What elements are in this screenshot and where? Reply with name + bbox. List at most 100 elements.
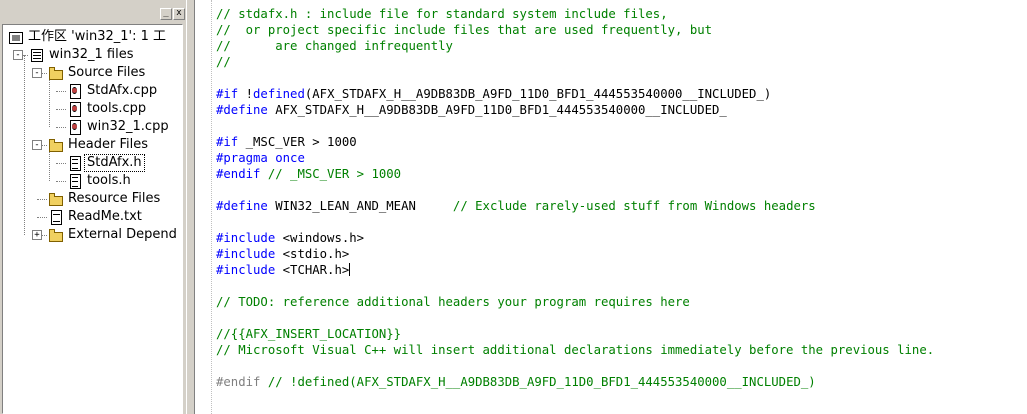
code-line[interactable]: #endif // _MSC_VER > 1000 [216, 166, 934, 182]
code-line[interactable] [216, 310, 934, 326]
code-line[interactable] [216, 182, 934, 198]
code-token-comment: // are changed infrequently [216, 39, 453, 53]
tree-item-label: Source Files [68, 65, 146, 80]
code-token-keyword: #include [216, 247, 276, 261]
tree-item-label: tools.cpp [87, 101, 147, 116]
code-token-text: <TCHAR.h> [275, 263, 350, 277]
code-token-keyword: #if [216, 135, 239, 149]
code-line[interactable]: #include <stdio.h> [216, 246, 934, 262]
minimize-icon[interactable]: _ [160, 8, 172, 20]
tree-connector [56, 181, 66, 182]
code-line[interactable]: #endif // !defined(AFX_STDAFX_H__A9DB83D… [216, 374, 934, 390]
file-stdafx-cpp[interactable]: StdAfx.cpp [68, 82, 159, 100]
cpp-file-icon [68, 119, 82, 135]
folder-icon [49, 138, 63, 153]
code-token-text: <stdio.h> [275, 247, 350, 261]
collapse-icon[interactable]: - [13, 50, 23, 60]
code-token-text: (AFX_STDAFX_H__A9DB83DB_A9FD_11D0_BFD1_4… [304, 87, 772, 101]
code-token-keyword: once [275, 151, 305, 165]
tree-connector [37, 217, 47, 218]
file-tools-h[interactable]: tools.h [68, 172, 133, 190]
file-win32-1-cpp[interactable]: win32_1.cpp [68, 118, 171, 136]
code-token-keyword: #pragma [216, 151, 268, 165]
code-line[interactable]: // TODO: reference additional headers yo… [216, 294, 934, 310]
folder-external-dependencies[interactable]: External Depend [49, 226, 179, 244]
tree-item-label: win32_1.cpp [87, 119, 169, 134]
code-line[interactable]: #define WIN32_LEAN_AND_MEAN // Exclude r… [216, 198, 934, 214]
code-editor[interactable]: // stdafx.h : include file for standard … [194, 0, 1027, 414]
folder-icon [49, 192, 63, 207]
tree-connector [56, 91, 66, 92]
pane-splitter[interactable] [186, 0, 194, 414]
collapse-icon[interactable]: - [32, 68, 42, 78]
code-line[interactable]: // Microsoft Visual C++ will insert addi… [216, 342, 934, 358]
code-token-comment: // _MSC_VER > 1000 [267, 167, 402, 181]
tree-item-label: StdAfx.h [84, 154, 145, 172]
tree-connector [56, 127, 66, 128]
code-token-keyword: #include [216, 263, 276, 277]
code-text[interactable]: // stdafx.h : include file for standard … [216, 6, 934, 390]
cpp-file-icon [68, 83, 82, 99]
code-token-comment: // !defined(AFX_STDAFX_H__A9DB83DB_A9FD_… [267, 375, 816, 389]
folder-resource-files[interactable]: Resource Files [49, 190, 162, 208]
editor-gutter [195, 0, 212, 414]
code-token-text: WIN32_LEAN_AND_MEAN [267, 199, 453, 213]
folder-icon [49, 228, 63, 243]
cpp-file-icon [68, 101, 82, 117]
tree-item-label: Resource Files [68, 191, 161, 206]
code-line[interactable] [216, 358, 934, 374]
tree-connector [37, 199, 47, 200]
code-line[interactable] [216, 214, 934, 230]
code-token-comment: //{{AFX_INSERT_LOCATION}} [216, 327, 402, 341]
workspace-pane: _ x 工作区 'win32_1': 1 工 - win32_1 files - Sou… [0, 0, 186, 414]
code-line[interactable]: // [216, 54, 934, 70]
tree-item-label: ReadMe.txt [68, 209, 142, 224]
code-line[interactable]: #include <windows.h> [216, 230, 934, 246]
code-token-keyword: defined [253, 87, 305, 101]
workspace-root[interactable]: 工作区 'win32_1': 1 工 [9, 28, 168, 46]
project-icon [30, 48, 44, 63]
workspace-titlebar: _ x [0, 0, 186, 22]
code-line[interactable]: #define AFX_STDAFX_H__A9DB83DB_A9FD_11D0… [216, 102, 934, 118]
tree-connector [56, 109, 66, 110]
code-line[interactable]: #if _MSC_VER > 1000 [216, 134, 934, 150]
code-token-keyword: #define [216, 103, 268, 117]
code-line[interactable] [216, 70, 934, 86]
code-line[interactable]: // stdafx.h : include file for standard … [216, 6, 934, 22]
code-token-text: _MSC_VER > 1000 [238, 135, 357, 149]
collapse-icon[interactable]: - [32, 140, 42, 150]
code-line[interactable]: // are changed infrequently [216, 38, 934, 54]
code-line[interactable]: #pragma once [216, 150, 934, 166]
code-token-grey: #endif [216, 375, 261, 389]
tree-connector [56, 163, 66, 164]
folder-source-files[interactable]: Source Files [49, 64, 147, 82]
tree-item-label: StdAfx.cpp [87, 83, 158, 98]
code-line[interactable]: //{{AFX_INSERT_LOCATION}} [216, 326, 934, 342]
tree-connector [49, 78, 50, 127]
code-token-text: AFX_STDAFX_H__A9DB83DB_A9FD_11D0_BFD1_44… [267, 103, 727, 117]
tree-connector [24, 55, 25, 235]
code-line[interactable]: // or project specific include files tha… [216, 22, 934, 38]
code-line[interactable]: #if !defined(AFX_STDAFX_H__A9DB83DB_A9FD… [216, 86, 934, 102]
code-token-comment: // stdafx.h : include file for standard … [216, 7, 668, 21]
code-token-comment: // TODO: reference additional headers yo… [216, 295, 690, 309]
code-token-keyword: #include [216, 231, 276, 245]
project-win32-1[interactable]: win32_1 files [30, 46, 136, 64]
expand-icon[interactable]: + [32, 230, 42, 240]
close-icon[interactable]: x [173, 8, 185, 20]
workspace-icon [9, 30, 23, 45]
code-line[interactable] [216, 118, 934, 134]
file-stdafx-h[interactable]: StdAfx.h [68, 154, 145, 172]
code-token-comment: // [216, 55, 231, 69]
code-token-text: ! [238, 87, 254, 101]
file-tools-cpp[interactable]: tools.cpp [68, 100, 148, 118]
folder-header-files[interactable]: Header Files [49, 136, 150, 154]
file-readme-txt[interactable]: ReadMe.txt [49, 208, 144, 226]
code-line[interactable] [216, 278, 934, 294]
code-token-comment: // Microsoft Visual C++ will insert addi… [216, 343, 935, 357]
code-line[interactable]: #include <TCHAR.h> [216, 262, 934, 278]
code-token-text: <windows.h> [275, 231, 365, 245]
header-file-icon [68, 155, 82, 171]
